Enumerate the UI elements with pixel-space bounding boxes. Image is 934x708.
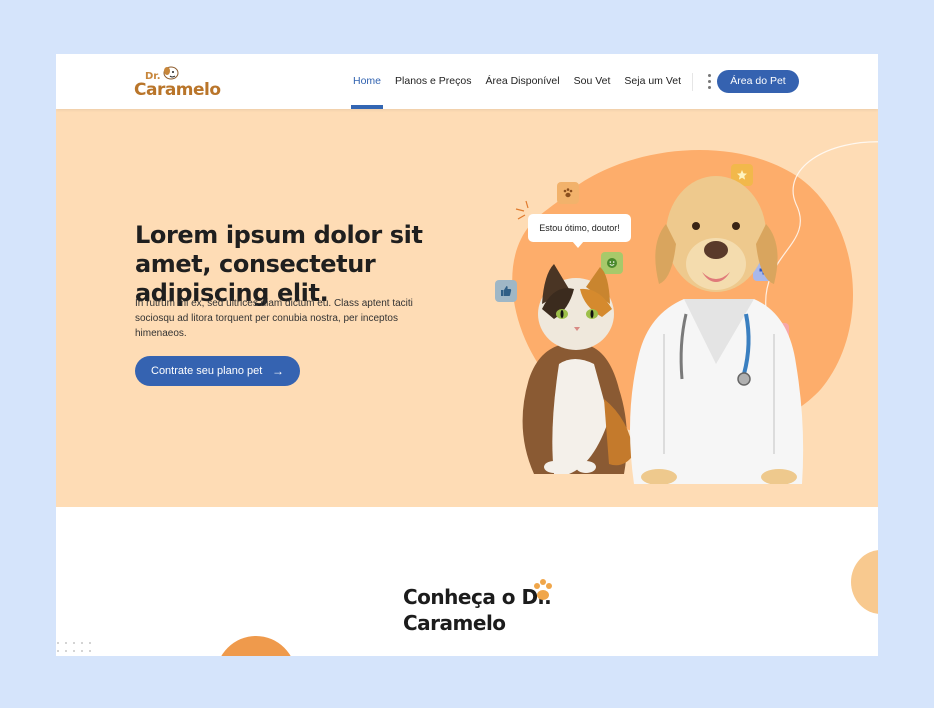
nav-home[interactable]: Home	[346, 54, 388, 109]
speech-bubble: Estou ótimo, doutor!	[528, 214, 631, 248]
orange-blob-bottom	[216, 636, 296, 656]
peach-circle-decoration	[851, 550, 878, 614]
dot-grid-decoration	[57, 642, 91, 652]
brand-logo[interactable]: Dr. Caramelo	[134, 66, 221, 100]
dog-logo-icon	[163, 66, 179, 80]
about-title-line2: Caramelo	[403, 611, 506, 635]
about-title-line1: Conheça o Dr.	[403, 585, 552, 609]
brand-name: Caramelo	[134, 80, 221, 100]
nav-divider	[692, 72, 694, 91]
main-nav: Home Planos e Preços Área Disponível Sou…	[346, 54, 719, 109]
paw-icon	[557, 182, 579, 204]
nav-i-am-vet[interactable]: Sou Vet	[567, 54, 618, 109]
nav-plans-prices[interactable]: Planos e Preços	[388, 54, 478, 109]
landing-page: Dr. Caramelo Home Planos e Preços Área D…	[56, 54, 878, 656]
hire-plan-label: Contrate seu plano pet	[151, 365, 263, 377]
top-navbar: Dr. Caramelo Home Planos e Preços Área D…	[56, 54, 878, 109]
hero-description: In rutrum mi ex, sed ultrices diam dictu…	[135, 298, 413, 339]
paw-decoration-icon	[534, 579, 552, 600]
nav-available-area[interactable]: Área Disponível	[478, 54, 566, 109]
about-title: Conheça o Dr. Caramelo	[403, 584, 552, 636]
hire-plan-button[interactable]: Contrate seu plano pet →	[135, 356, 300, 386]
arrow-right-icon: →	[272, 364, 284, 378]
nav-become-vet[interactable]: Seja um Vet	[617, 54, 688, 109]
hero-section: Lorem ipsum dolor sit amet, consectetur …	[56, 109, 878, 507]
pet-area-button[interactable]: Área do Pet	[717, 70, 799, 93]
hero-title: Lorem ipsum dolor sit amet, consectetur …	[135, 221, 423, 307]
dog-doctor-illustration	[630, 176, 804, 484]
